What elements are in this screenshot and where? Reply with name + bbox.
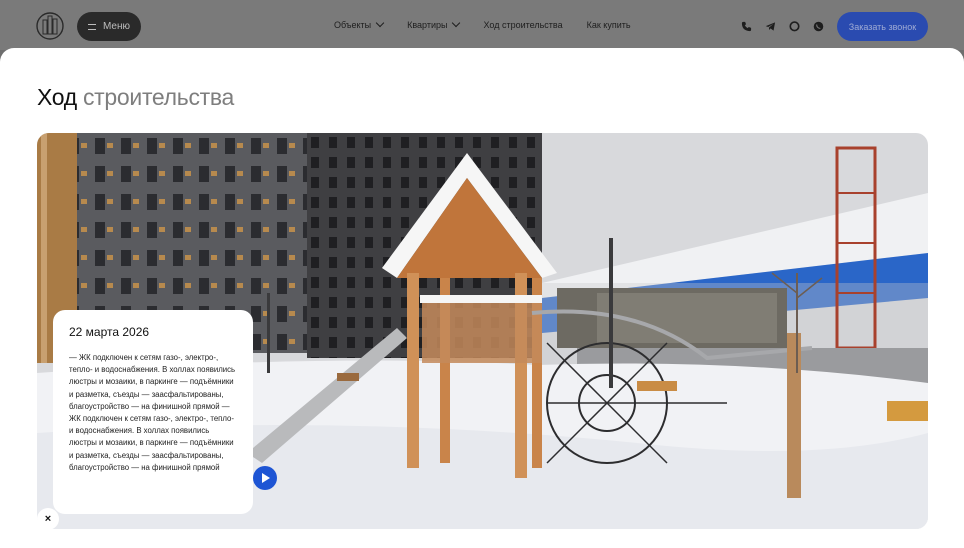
chat-icon[interactable]: [789, 21, 800, 32]
nav-item-construction-progress[interactable]: Ход строительства: [483, 20, 562, 30]
nav-item-label: Квартиры: [407, 20, 448, 30]
menu-button-label: Меню: [102, 21, 131, 32]
chevron-down-icon: [375, 18, 385, 28]
page-title-accent: строительства: [82, 84, 235, 110]
nav-item-apartments[interactable]: Квартиры: [407, 18, 461, 30]
update-description: — ЖК подключен к сетям газо-, электро-, …: [69, 353, 236, 472]
progress-update-card: 22 марта 2026 — ЖК подключен к сетям газ…: [53, 310, 253, 514]
chevron-down-icon: [452, 18, 461, 28]
telegram-icon[interactable]: [765, 21, 776, 32]
construction-progress-modal: Ход строительства 22 марта 2026 — ЖК под…: [0, 48, 964, 548]
page-title: Ход строительства: [37, 84, 234, 111]
call-request-button[interactable]: Заказать звонок: [837, 12, 928, 41]
whatsapp-icon[interactable]: [813, 21, 824, 32]
logo-icon[interactable]: [36, 11, 64, 41]
update-date: 22 марта 2026: [69, 325, 150, 339]
nav-item-label: Объекты: [334, 20, 372, 30]
main-nav: Объекты Квартиры Ход строительства Как к…: [334, 18, 631, 30]
nav-item-label: Как купить: [586, 20, 631, 30]
top-navigation-bar: Меню Объекты Квартиры Ход строительства …: [0, 0, 964, 50]
page-title-main: Ход: [37, 84, 77, 110]
nav-item-how-to-buy[interactable]: Как купить: [587, 20, 631, 30]
menu-button[interactable]: Меню: [77, 12, 141, 41]
nav-item-label: Ход строительства: [483, 20, 563, 30]
play-video-button[interactable]: [253, 466, 277, 490]
phone-icon[interactable]: [741, 21, 752, 32]
hamburger-icon: [87, 23, 96, 30]
close-button[interactable]: ×: [37, 508, 59, 530]
nav-item-objects[interactable]: Объекты: [334, 18, 385, 30]
